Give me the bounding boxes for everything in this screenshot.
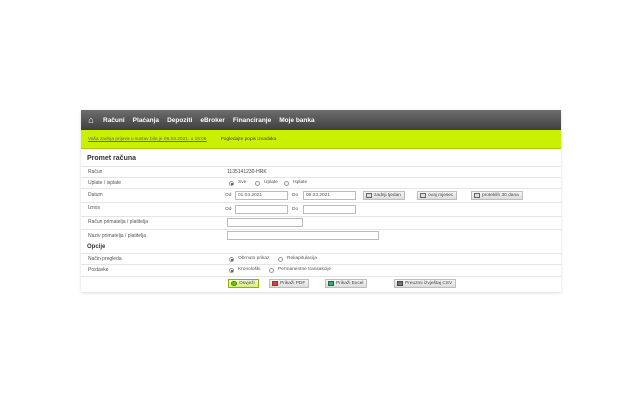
- party-name-input[interactable]: [227, 231, 379, 240]
- last-login-link[interactable]: Vaša zadnja prijava u sustav bila je 06.…: [88, 137, 207, 142]
- form-title: Promet računa: [87, 155, 137, 162]
- refresh-button[interactable]: Osvježi: [228, 279, 259, 288]
- main-panel: ⌂ Računi Plaćanja Depoziti eBroker Finan…: [81, 110, 561, 292]
- date-label: Datum: [88, 192, 103, 198]
- last-login-time: 15:06: [194, 136, 207, 142]
- amount-from-input[interactable]: [235, 205, 288, 214]
- last-login-text: Vaša zadnja prijava u sustav bila je 06.…: [88, 136, 194, 142]
- radio-display-permanent-label: Permanentne transakcije: [278, 267, 332, 272]
- nav-item-depoziti[interactable]: Depoziti: [163, 117, 196, 124]
- show-pdf-button[interactable]: Prikaži PDF: [269, 279, 310, 288]
- this-month-button-label: ovaj mjesec: [428, 193, 454, 198]
- radio-view-recap[interactable]: [278, 257, 283, 262]
- amount-to-input[interactable]: [303, 205, 356, 214]
- amount-to-label: Do: [292, 207, 299, 212]
- last-week-button-label: zadnji tjedan: [374, 193, 401, 198]
- nav-item-ebroker[interactable]: eBroker: [196, 117, 229, 124]
- nav-item-racuni[interactable]: Računi: [99, 117, 129, 124]
- divider: [81, 177, 561, 178]
- amount-from-label: Od: [225, 207, 232, 212]
- last-week-button[interactable]: zadnji tjedan: [363, 191, 405, 200]
- nav-item-moja-banka[interactable]: Moje banka: [275, 117, 318, 124]
- refresh-button-label: Osvježi: [239, 281, 255, 286]
- nav-item-placanja[interactable]: Plaćanja: [129, 117, 163, 124]
- party-name-label: Naziv primatelja / platitelja: [88, 233, 147, 239]
- radio-type-all[interactable]: [229, 181, 234, 186]
- divider: [81, 229, 561, 230]
- calendar-icon: [474, 193, 480, 198]
- statements-link[interactable]: Pogledajte popis izvadaka: [221, 137, 277, 142]
- date-to-label: Do: [292, 193, 299, 198]
- pdf-icon: [272, 281, 278, 286]
- radio-type-all-label: Sve: [238, 180, 247, 185]
- refresh-icon: [231, 281, 237, 286]
- this-month-button[interactable]: ovaj mjesec: [417, 191, 458, 200]
- top-navbar: ⌂ Računi Plaćanja Depoziti eBroker Finan…: [81, 110, 561, 130]
- settings-label: Postavke: [88, 267, 109, 273]
- radio-type-payments-in[interactable]: [255, 181, 260, 186]
- divider: [81, 216, 561, 217]
- csv-icon: [397, 281, 403, 286]
- radio-view-reverse-label: Obrnuto prikaz: [238, 256, 270, 261]
- calendar-icon: [420, 193, 426, 198]
- view-mode-label: Način pregleda: [88, 256, 122, 262]
- party-account-label: Račun primatelja / platitelja: [88, 219, 149, 225]
- calendar-icon: [366, 193, 372, 198]
- party-account-input[interactable]: [227, 218, 303, 227]
- radio-type-payments-in-label: Uplate: [264, 180, 278, 185]
- show-excel-button[interactable]: Prikaži Excel: [325, 279, 368, 288]
- radio-display-permanent[interactable]: [269, 268, 274, 273]
- divider: [81, 188, 561, 189]
- radio-type-payments-out[interactable]: [284, 181, 289, 186]
- show-excel-button-label: Prikaži Excel: [336, 281, 364, 286]
- account-label: Račun: [88, 169, 103, 175]
- nav-item-financiranje[interactable]: Financiranje: [229, 117, 275, 124]
- home-icon[interactable]: ⌂: [83, 110, 99, 130]
- download-csv-button-label: Preuzmi izvještaj CSV: [405, 281, 453, 286]
- excel-icon: [328, 281, 334, 286]
- options-title: Opcije: [87, 244, 106, 250]
- amount-label: Iznos: [88, 205, 100, 211]
- date-from-label: Od: [225, 193, 232, 198]
- date-to-input[interactable]: [303, 191, 356, 200]
- last-30-days-button[interactable]: proteklih 30 dana: [471, 191, 523, 200]
- radio-display-chrono-label: Kronološki: [238, 267, 261, 272]
- type-label: Uplate / isplate: [88, 180, 122, 186]
- radio-view-recap-label: Rekapitulacija: [287, 256, 317, 261]
- divider: [81, 166, 561, 167]
- divider: [81, 253, 561, 254]
- divider: [81, 202, 561, 203]
- info-bar: Vaša zadnja prijava u sustav bila je 06.…: [81, 130, 561, 149]
- radio-display-chrono[interactable]: [229, 268, 234, 273]
- show-pdf-button-label: Prikaži PDF: [280, 281, 306, 286]
- date-from-input[interactable]: [235, 191, 288, 200]
- last-30-days-button-label: proteklih 30 dana: [482, 193, 519, 198]
- download-csv-button[interactable]: Preuzmi izvještaj CSV: [394, 279, 457, 288]
- divider: [81, 264, 561, 265]
- divider: [81, 276, 561, 277]
- radio-type-payments-out-label: Isplate: [293, 180, 308, 185]
- account-value: 1135141230-HRK: [227, 169, 267, 175]
- radio-view-reverse[interactable]: [229, 257, 234, 262]
